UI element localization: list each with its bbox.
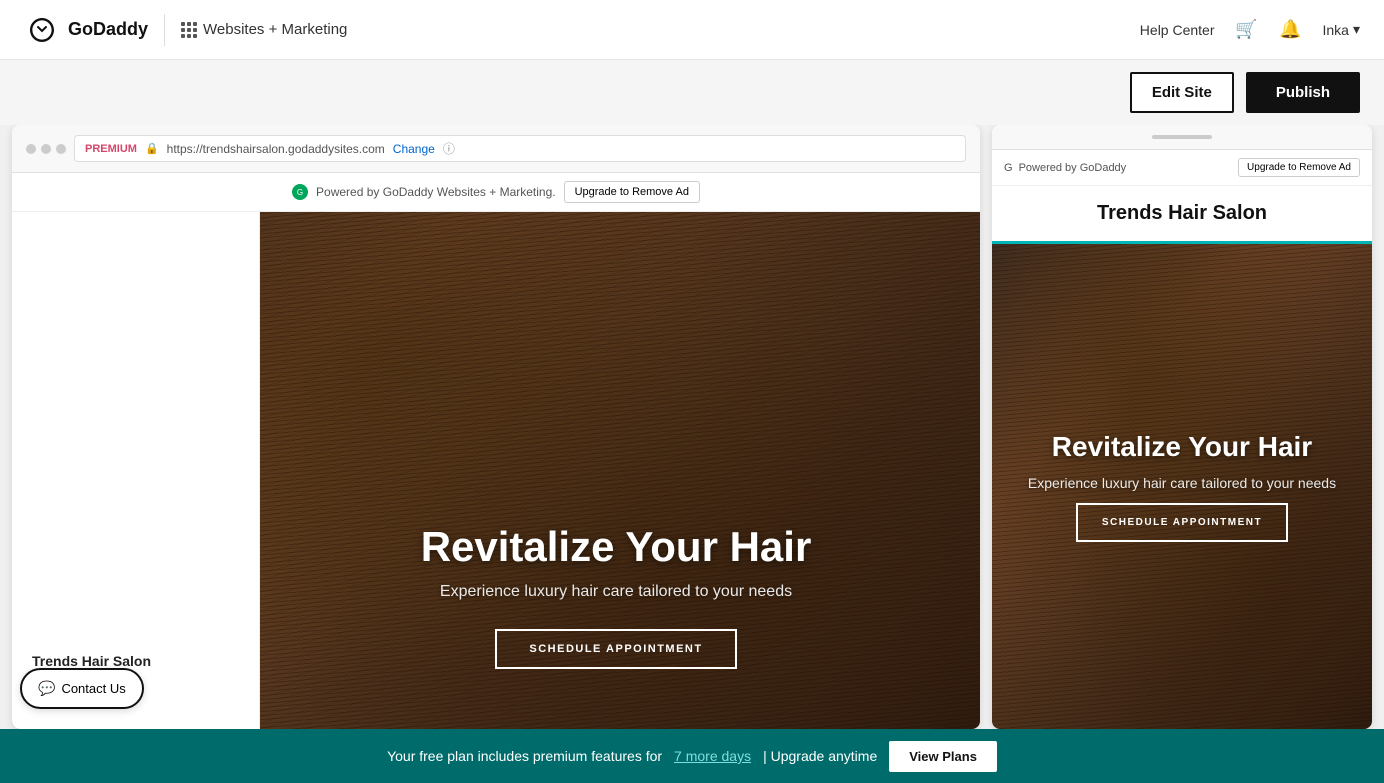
browser-dot-yellow bbox=[41, 144, 51, 154]
lock-icon: 🔒 bbox=[145, 142, 159, 155]
ad-text: Powered by GoDaddy Websites + Marketing. bbox=[316, 185, 556, 199]
change-link[interactable]: Change bbox=[393, 142, 435, 156]
ad-bar: G Powered by GoDaddy Websites + Marketin… bbox=[12, 173, 980, 212]
mobile-preview: G Powered by GoDaddy Upgrade to Remove A… bbox=[992, 125, 1372, 729]
godaddy-logo[interactable]: GoDaddy bbox=[24, 12, 148, 48]
mobile-upgrade-button[interactable]: Upgrade to Remove Ad bbox=[1238, 158, 1360, 177]
mobile-chrome bbox=[992, 125, 1372, 150]
hero-title: Revitalize Your Hair bbox=[292, 523, 940, 571]
action-bar: Edit Site Publish bbox=[0, 60, 1384, 125]
edit-site-button[interactable]: Edit Site bbox=[1130, 72, 1234, 113]
banner-text-before: Your free plan includes premium features… bbox=[387, 748, 662, 764]
main-content: PREMIUM 🔒 https://trendshairsalon.godadd… bbox=[0, 125, 1384, 729]
schedule-appointment-button[interactable]: SCHEDULE APPOINTMENT bbox=[495, 629, 736, 669]
mobile-hero-subtitle: Experience luxury hair care tailored to … bbox=[1028, 475, 1336, 491]
mobile-hero-section: Revitalize Your Hair Experience luxury h… bbox=[992, 244, 1372, 729]
mobile-ad-logo: G bbox=[1004, 162, 1013, 174]
sidebar-panel: Trends Hair Salon 💬 Contact Us bbox=[12, 212, 260, 729]
hero-section: Trends Hair Salon 💬 Contact Us Revitaliz… bbox=[12, 212, 980, 729]
browser-dots bbox=[26, 144, 66, 154]
cart-icon[interactable]: 🛒 bbox=[1235, 18, 1259, 42]
upgrade-remove-ad-button[interactable]: Upgrade to Remove Ad bbox=[564, 181, 700, 203]
user-menu[interactable]: Inka ▾ bbox=[1323, 21, 1361, 38]
mobile-ad-bar: G Powered by GoDaddy Upgrade to Remove A… bbox=[992, 150, 1372, 186]
sidebar-salon-name: Trends Hair Salon bbox=[32, 653, 239, 669]
bell-icon[interactable]: 🔔 bbox=[1279, 18, 1303, 42]
mobile-site-title: Trends Hair Salon bbox=[992, 186, 1372, 244]
hero-text: Revitalize Your Hair Experience luxury h… bbox=[292, 523, 940, 669]
bottom-banner: Your free plan includes premium features… bbox=[0, 729, 1384, 783]
banner-text-after: | Upgrade anytime bbox=[763, 748, 877, 764]
nav-divider bbox=[164, 14, 165, 46]
browser-chrome: PREMIUM 🔒 https://trendshairsalon.godadd… bbox=[12, 125, 980, 173]
app-name: Websites + Marketing bbox=[181, 21, 347, 38]
publish-button[interactable]: Publish bbox=[1246, 72, 1360, 113]
ad-logo: G bbox=[292, 184, 308, 200]
mobile-hero-title: Revitalize Your Hair bbox=[1052, 431, 1312, 463]
hero-subtitle: Experience luxury hair care tailored to … bbox=[292, 583, 940, 601]
browser-address-bar[interactable]: PREMIUM 🔒 https://trendshairsalon.godadd… bbox=[74, 135, 966, 162]
url-text: https://trendshairsalon.godaddysites.com bbox=[167, 142, 385, 156]
mobile-ad-text: Powered by GoDaddy bbox=[1019, 162, 1127, 174]
grid-icon bbox=[181, 22, 197, 38]
chevron-down-icon: ▾ bbox=[1353, 21, 1360, 38]
nav-right: Help Center 🛒 🔔 Inka ▾ bbox=[1140, 18, 1360, 42]
user-name: Inka bbox=[1323, 22, 1349, 38]
browser-dot-red bbox=[26, 144, 36, 154]
contact-us-button[interactable]: 💬 Contact Us bbox=[20, 668, 144, 709]
help-center-link[interactable]: Help Center bbox=[1140, 22, 1215, 38]
premium-badge: PREMIUM bbox=[85, 143, 137, 155]
info-icon[interactable]: ⓘ bbox=[443, 140, 455, 157]
site-content: Trends Hair Salon 💬 Contact Us Revitaliz… bbox=[12, 212, 980, 729]
view-plans-button[interactable]: View Plans bbox=[889, 741, 997, 772]
days-link[interactable]: 7 more days bbox=[674, 748, 751, 764]
godaddy-logo-text: GoDaddy bbox=[68, 19, 148, 40]
mobile-bar-indicator bbox=[1152, 135, 1212, 139]
desktop-preview: PREMIUM 🔒 https://trendshairsalon.godadd… bbox=[12, 125, 980, 729]
contact-us-label: Contact Us bbox=[61, 681, 125, 696]
mobile-schedule-button[interactable]: SCHEDULE APPOINTMENT bbox=[1076, 503, 1288, 542]
top-navigation: GoDaddy Websites + Marketing Help Center… bbox=[0, 0, 1384, 60]
browser-dot-green bbox=[56, 144, 66, 154]
nav-left: GoDaddy Websites + Marketing bbox=[24, 12, 347, 48]
chat-icon: 💬 bbox=[38, 680, 55, 697]
